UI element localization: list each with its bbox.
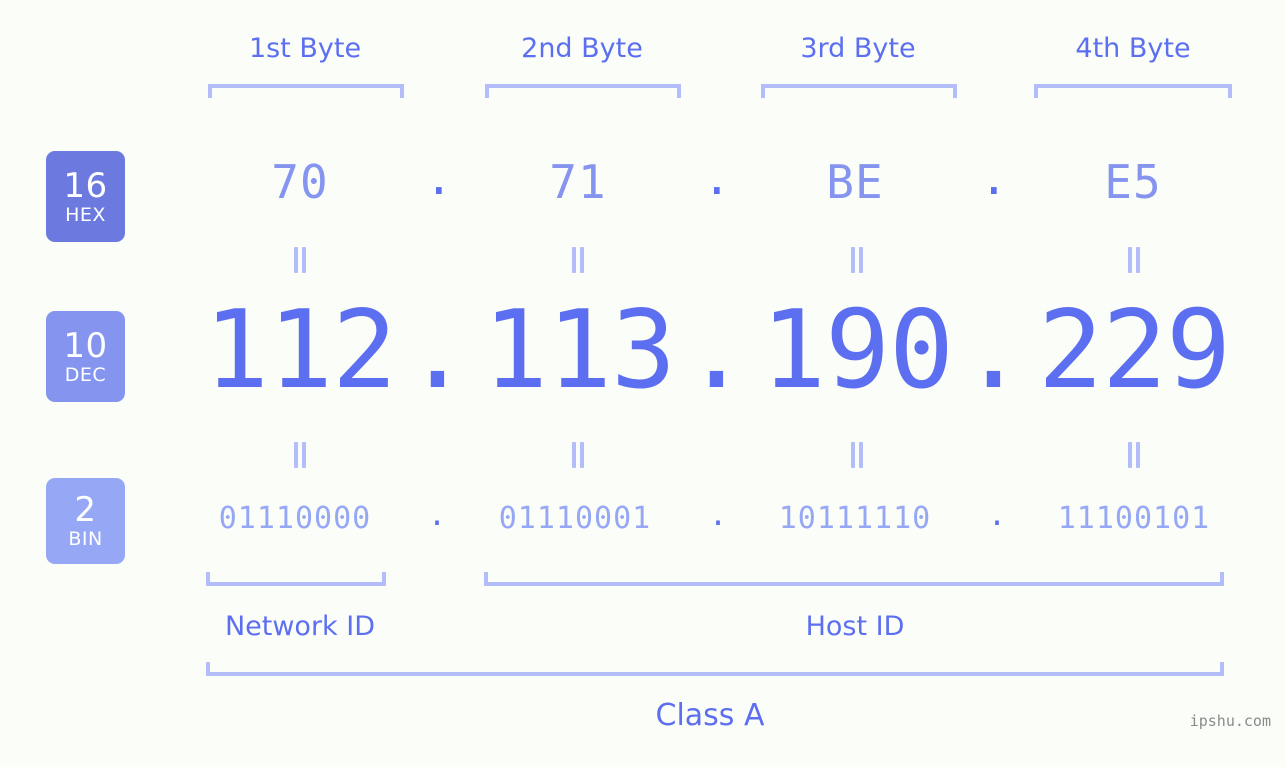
badge-hex-name: HEX bbox=[65, 203, 106, 226]
site-watermark: ipshu.com bbox=[1189, 712, 1271, 730]
hex-octet-4: E5 bbox=[1104, 155, 1162, 209]
equals-marker-hex-dec-4 bbox=[1126, 247, 1142, 273]
bin-separator-1: . bbox=[428, 498, 447, 533]
badge-dec: 10 DEC bbox=[46, 311, 125, 402]
class-label: Class A bbox=[655, 698, 765, 733]
byte-header-3: 3rd Byte bbox=[800, 33, 916, 64]
byte-header-1: 1st Byte bbox=[248, 33, 362, 64]
dec-separator-3: . bbox=[961, 288, 1027, 413]
equals-marker-dec-bin-3 bbox=[849, 442, 865, 468]
dec-octet-2: 113 bbox=[482, 288, 676, 413]
hex-octet-1: 70 bbox=[271, 155, 329, 209]
badge-hex-base: 16 bbox=[63, 165, 108, 206]
equals-marker-dec-bin-1 bbox=[292, 442, 308, 468]
byte-bracket-4 bbox=[1034, 84, 1232, 98]
network-id-label: Network ID bbox=[224, 611, 376, 642]
equals-marker-hex-dec-3 bbox=[849, 247, 865, 273]
dec-separator-1: . bbox=[405, 288, 471, 413]
equals-marker-dec-bin-2 bbox=[570, 442, 586, 468]
bin-octet-1: 01110000 bbox=[218, 501, 372, 536]
hex-octet-3: BE bbox=[826, 155, 884, 209]
host-id-bracket bbox=[484, 572, 1224, 586]
dec-octet-4: 229 bbox=[1037, 288, 1231, 413]
class-bracket bbox=[206, 662, 1224, 676]
host-id-label: Host ID bbox=[805, 611, 905, 642]
dec-separator-2: . bbox=[684, 288, 750, 413]
network-id-bracket bbox=[206, 572, 386, 586]
hex-separator-1: . bbox=[425, 151, 453, 205]
equals-marker-hex-dec-2 bbox=[570, 247, 586, 273]
bin-octet-2: 01110001 bbox=[498, 501, 652, 536]
badge-dec-base: 10 bbox=[63, 325, 108, 366]
byte-bracket-1 bbox=[208, 84, 404, 98]
bin-octet-3: 10111110 bbox=[778, 501, 932, 536]
dec-octet-1: 112 bbox=[203, 288, 397, 413]
byte-bracket-2 bbox=[485, 84, 681, 98]
byte-header-4: 4th Byte bbox=[1075, 33, 1191, 64]
bin-separator-3: . bbox=[988, 498, 1007, 533]
badge-bin-base: 2 bbox=[74, 490, 97, 530]
hex-separator-3: . bbox=[980, 151, 1008, 205]
ip-breakdown-diagram: 1st Byte 2nd Byte 3rd Byte 4th Byte 16 H… bbox=[0, 0, 1285, 767]
badge-hex: 16 HEX bbox=[46, 151, 125, 242]
badge-dec-name: DEC bbox=[64, 363, 107, 386]
dec-octet-3: 190 bbox=[760, 288, 954, 413]
byte-bracket-3 bbox=[761, 84, 957, 98]
equals-marker-dec-bin-4 bbox=[1126, 442, 1142, 468]
bin-octet-4: 11100101 bbox=[1057, 501, 1211, 536]
badge-bin-name: BIN bbox=[68, 528, 103, 550]
equals-marker-hex-dec-1 bbox=[292, 247, 308, 273]
bin-separator-2: . bbox=[709, 498, 728, 533]
badge-bin: 2 BIN bbox=[46, 478, 125, 564]
hex-octet-2: 71 bbox=[549, 155, 607, 209]
byte-header-2: 2nd Byte bbox=[521, 33, 643, 64]
hex-separator-2: . bbox=[703, 151, 731, 205]
